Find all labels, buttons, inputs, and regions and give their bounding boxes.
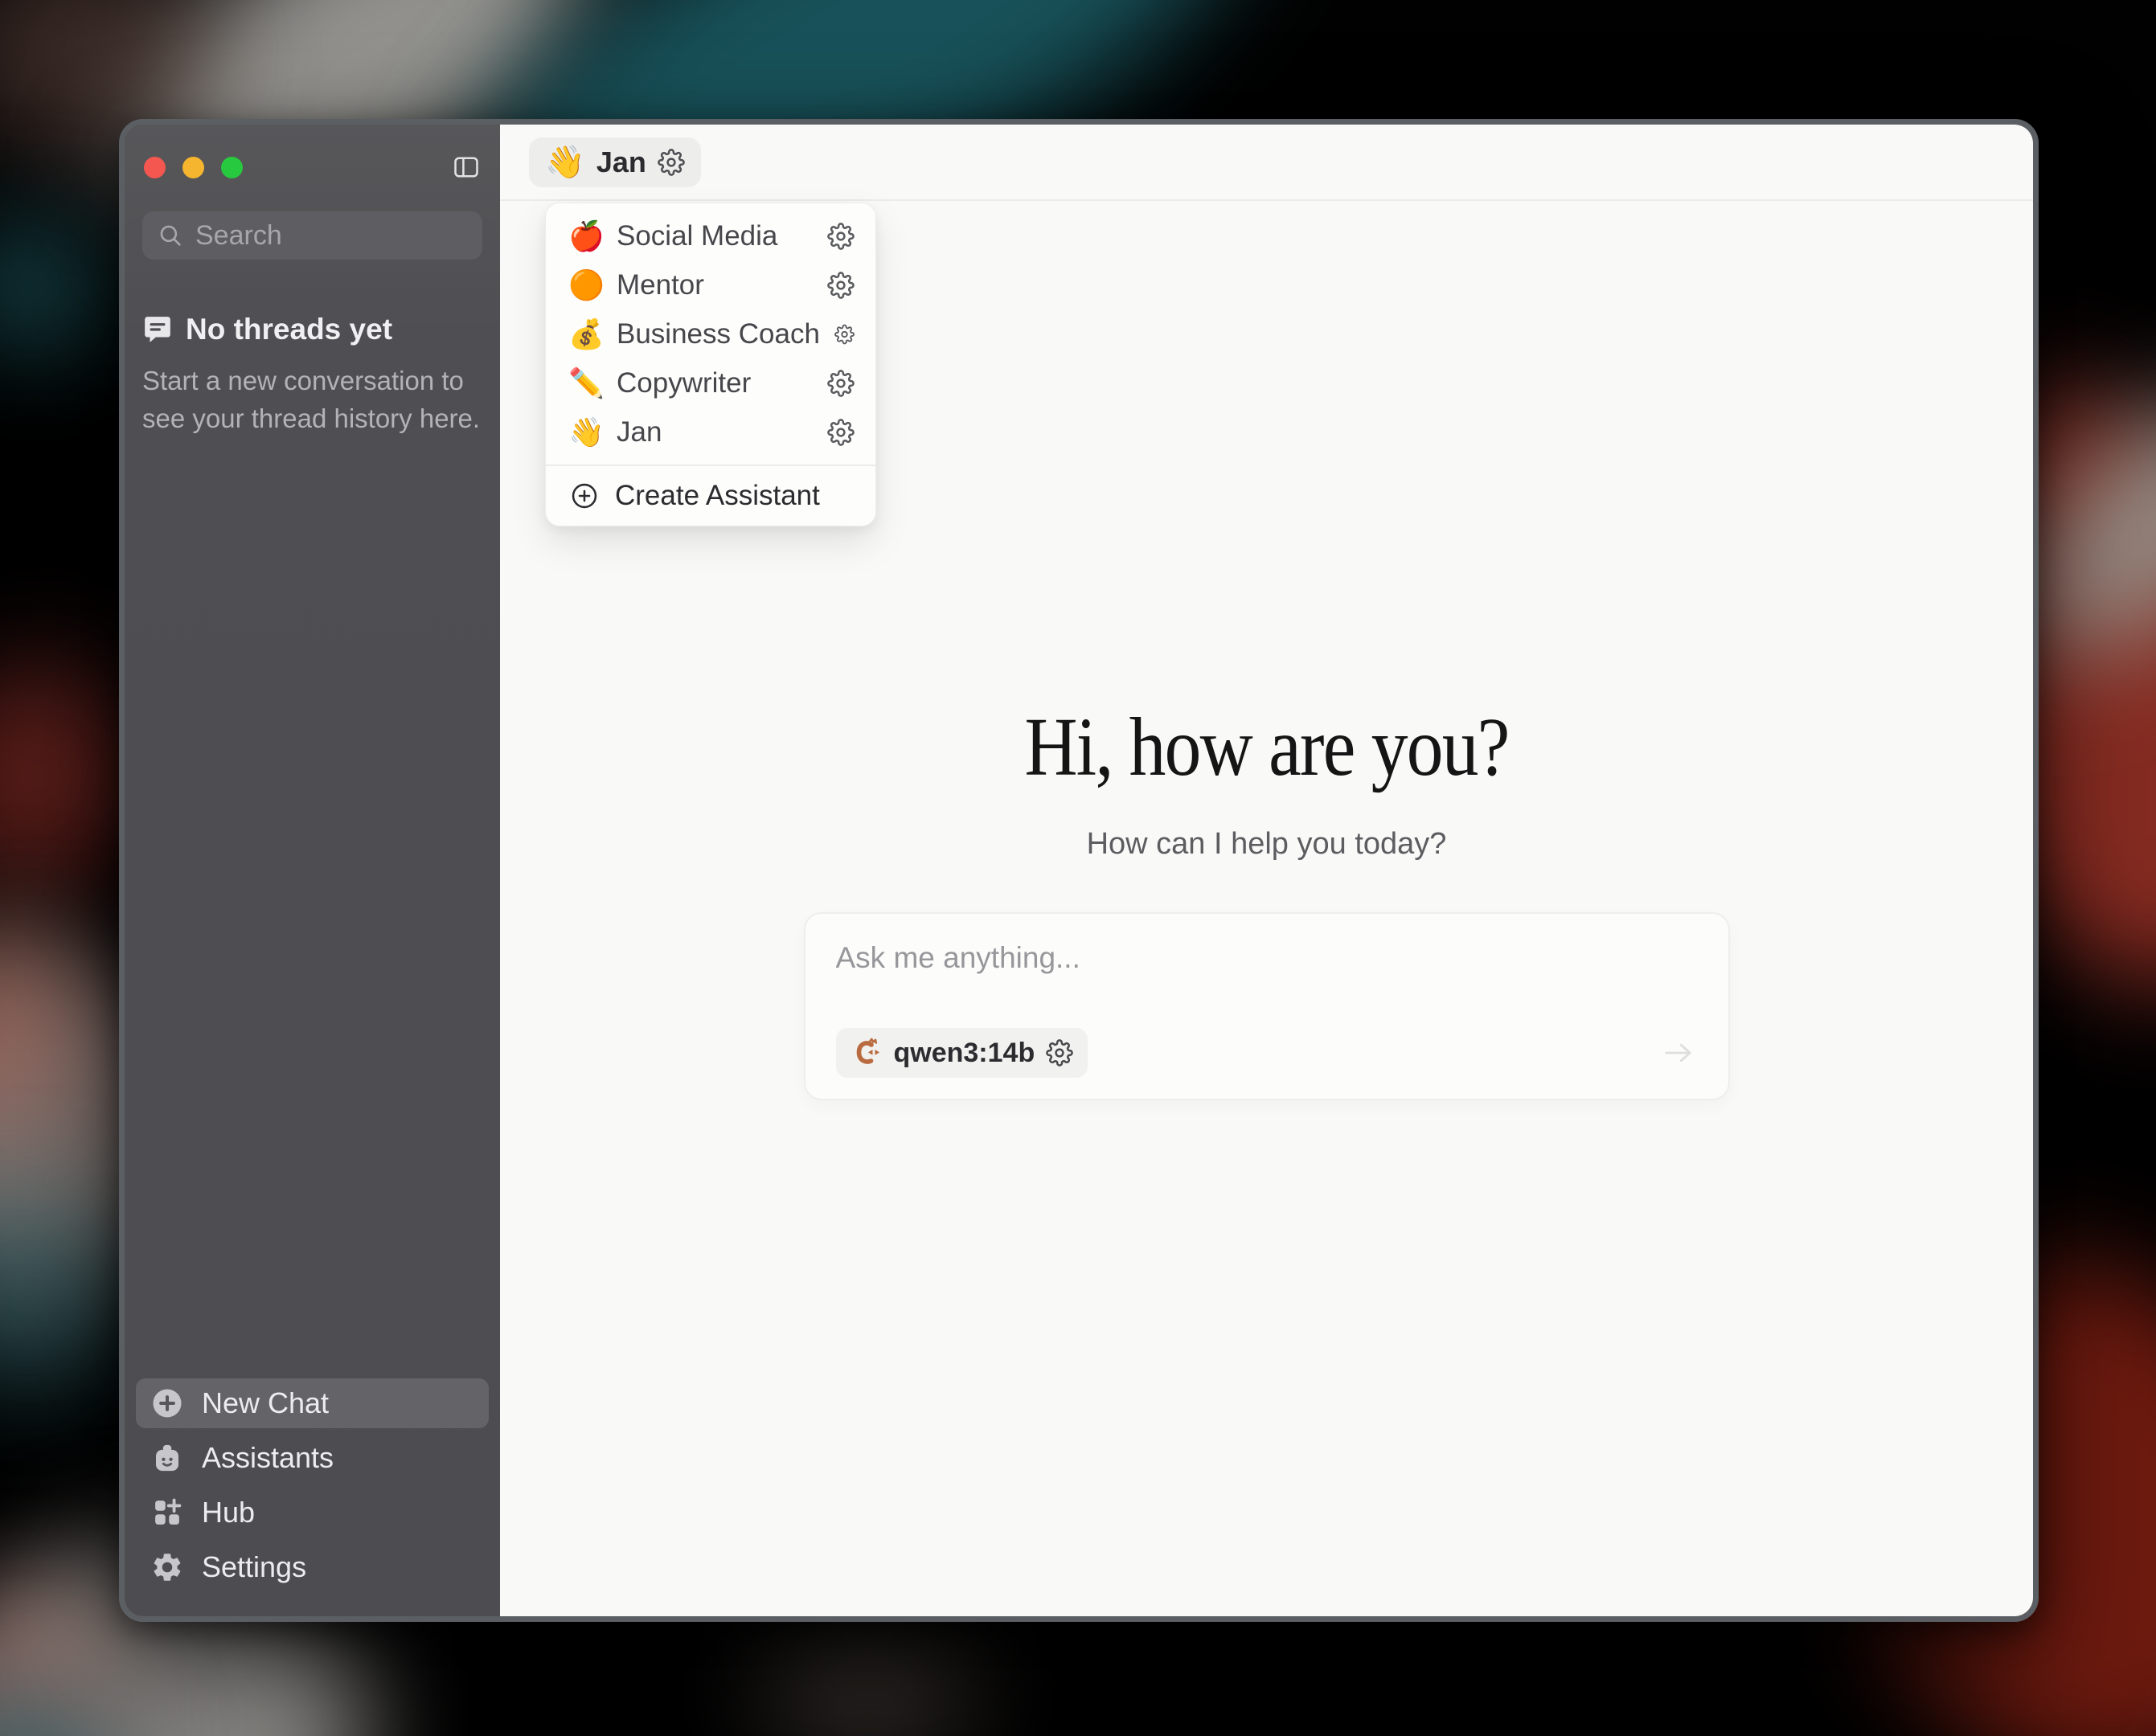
- empty-state-title: No threads yet: [186, 313, 392, 346]
- create-assistant-label: Create Assistant: [615, 480, 820, 512]
- assistants-icon: [150, 1441, 184, 1475]
- assistant-selector-button[interactable]: 👋 Jan: [529, 137, 701, 187]
- assistant-menu-label: Jan: [617, 416, 813, 448]
- assistant-menu-item-business-coach[interactable]: 💰 Business Coach: [546, 309, 875, 358]
- assistant-emoji: 🟠: [568, 271, 602, 300]
- sidebar-item-new-chat[interactable]: New Chat: [136, 1378, 489, 1428]
- assistant-emoji: ✏️: [568, 369, 602, 398]
- gear-icon[interactable]: [1046, 1039, 1073, 1067]
- sidebar-item-settings[interactable]: Settings: [136, 1542, 489, 1592]
- sidebar-item-hub[interactable]: Hub: [136, 1488, 489, 1537]
- assistant-menu-label: Social Media: [617, 220, 813, 252]
- assistant-menu-label: Mentor: [617, 269, 813, 301]
- sidebar-item-label: Hub: [202, 1496, 255, 1529]
- gear-icon[interactable]: [834, 321, 855, 348]
- toggle-sidebar-icon[interactable]: [452, 153, 481, 182]
- sidebar-nav: New Chat Assistants: [125, 1378, 500, 1616]
- assistant-menu-item-mentor[interactable]: 🟠 Mentor: [546, 260, 875, 309]
- assistant-menu-item-social-media[interactable]: 🍎 Social Media: [546, 211, 875, 260]
- composer-toolbar: qwen3:14b: [836, 1028, 1698, 1078]
- main-content: 🍎 Social Media 🟠 Mentor 💰 Business Coach: [500, 201, 2033, 1616]
- sidebar-item-label: New Chat: [202, 1386, 329, 1420]
- search-input[interactable]: [142, 211, 482, 260]
- llama-icon: [851, 1037, 883, 1069]
- main-panel: 👋 Jan 🍎 Social Media 🟠 Mentor: [500, 125, 2033, 1616]
- greeting-subtitle: How can I help you today?: [500, 827, 2033, 862]
- greeting-title: Hi, how are you?: [592, 699, 1941, 795]
- window-controls: [144, 157, 243, 178]
- hub-grid-icon: [150, 1496, 184, 1529]
- sidebar-item-label: Assistants: [202, 1441, 334, 1475]
- empty-threads-state: No threads yet Start a new conversation …: [125, 313, 500, 438]
- assistant-menu-item-jan[interactable]: 👋 Jan: [546, 407, 875, 457]
- greeting: Hi, how are you? How can I help you toda…: [500, 699, 2033, 862]
- assistant-menu-label: Business Coach: [617, 318, 820, 350]
- sidebar-item-assistants[interactable]: Assistants: [136, 1433, 489, 1483]
- main-header: 👋 Jan: [500, 125, 2033, 201]
- model-selector-button[interactable]: qwen3:14b: [836, 1028, 1088, 1078]
- chat-bubble-icon: [142, 314, 173, 345]
- composer[interactable]: qwen3:14b: [804, 912, 1730, 1100]
- sidebar-item-label: Settings: [202, 1550, 306, 1584]
- wallpaper-blob: [0, 217, 129, 354]
- close-window-button[interactable]: [144, 157, 166, 178]
- assistant-menu: 🍎 Social Media 🟠 Mentor 💰 Business Coach: [545, 203, 876, 526]
- plus-circle-outline-icon: [570, 481, 599, 510]
- assistant-emoji: 💰: [568, 320, 602, 349]
- assistant-menu-item-copywriter[interactable]: ✏️ Copywriter: [546, 358, 875, 407]
- minimize-window-button[interactable]: [182, 157, 204, 178]
- search-icon: [157, 222, 184, 249]
- assistant-emoji: 👋: [568, 418, 602, 447]
- sidebar-titlebar: [125, 125, 500, 210]
- zoom-window-button[interactable]: [221, 157, 243, 178]
- gear-icon: [150, 1550, 184, 1584]
- gear-icon[interactable]: [827, 272, 855, 299]
- empty-state-description: Start a new conversation to see your thr…: [142, 362, 492, 438]
- assistant-emoji: 🍎: [568, 222, 602, 251]
- assistant-emoji: 👋: [545, 146, 585, 178]
- create-assistant-button[interactable]: Create Assistant: [546, 466, 875, 526]
- sidebar: No threads yet Start a new conversation …: [125, 125, 500, 1616]
- assistant-menu-label: Copywriter: [617, 367, 813, 399]
- message-input[interactable]: [836, 941, 1698, 1007]
- send-arrow-icon[interactable]: [1659, 1034, 1698, 1072]
- gear-icon[interactable]: [827, 419, 855, 446]
- desktop: No threads yet Start a new conversation …: [0, 0, 2156, 1736]
- gear-icon[interactable]: [827, 370, 855, 397]
- assistant-name: Jan: [596, 145, 646, 179]
- gear-icon[interactable]: [827, 223, 855, 250]
- gear-icon[interactable]: [658, 149, 685, 176]
- app-window: No threads yet Start a new conversation …: [119, 119, 2039, 1622]
- plus-circle-icon: [150, 1386, 184, 1420]
- search-field[interactable]: [194, 219, 468, 252]
- model-name: qwen3:14b: [894, 1038, 1035, 1069]
